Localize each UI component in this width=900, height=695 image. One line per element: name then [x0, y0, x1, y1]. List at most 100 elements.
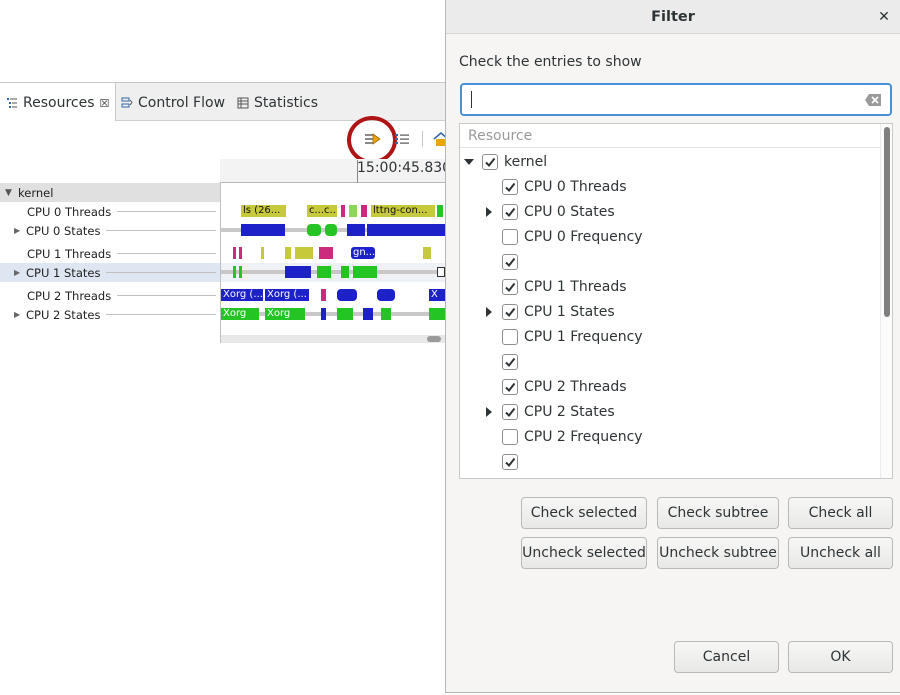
state-segment[interactable] [367, 224, 445, 236]
state-segment[interactable]: Xorg [221, 308, 259, 320]
thread-segment[interactable] [295, 247, 313, 259]
uncheck-all-button[interactable]: Uncheck all [788, 537, 893, 569]
state-segment[interactable] [363, 308, 373, 320]
tree-row-cpu0-states[interactable]: ▶ CPU 0 States [0, 221, 220, 240]
state-segment[interactable] [381, 308, 391, 320]
tree-row-cpu2-threads[interactable]: CPU 2 Threads [0, 286, 220, 305]
timeline-hscrollbar[interactable] [221, 335, 446, 343]
list-item[interactable]: kernel [462, 149, 872, 174]
tree-row-cpu1-threads[interactable]: CPU 1 Threads [0, 244, 220, 263]
checkbox-checked[interactable] [502, 303, 518, 320]
thread-segment[interactable] [377, 289, 395, 301]
list-item[interactable]: CPU 1 Frequency [482, 324, 892, 349]
thread-segment[interactable]: gn... [351, 247, 375, 259]
checkbox-checked[interactable] [502, 403, 518, 420]
close-icon[interactable]: ✕ [876, 8, 892, 26]
checkbox-unchecked[interactable] [502, 228, 518, 245]
cancel-button[interactable]: Cancel [674, 641, 779, 673]
state-segment[interactable]: Xorg [265, 308, 305, 320]
state-segment[interactable] [437, 267, 445, 277]
checkbox-checked[interactable] [502, 253, 518, 270]
expand-right-icon[interactable]: ▶ [14, 310, 22, 319]
expand-down-icon[interactable]: ▼ [5, 188, 14, 198]
check-subtree-button[interactable]: Check subtree [657, 497, 779, 529]
list-vscrollbar[interactable] [880, 124, 892, 478]
tree-row-kernel[interactable]: ▼ kernel [0, 183, 220, 202]
tab-resources[interactable]: Resources ☒ [0, 83, 116, 123]
state-segment[interactable] [317, 266, 331, 278]
thread-segment[interactable] [321, 289, 326, 301]
state-segment[interactable] [341, 266, 349, 278]
state-segment[interactable] [241, 224, 285, 236]
state-segment[interactable] [307, 224, 321, 236]
tree-row-cpu0-threads[interactable]: CPU 0 Threads [0, 202, 220, 221]
list-item[interactable]: CPU 0 States [482, 199, 892, 224]
expand-right-icon[interactable]: ▶ [14, 268, 22, 277]
tab-control-flow[interactable]: Control Flow [121, 83, 225, 122]
tab-statistics[interactable]: Statistics [237, 83, 318, 122]
checkbox-checked[interactable] [502, 453, 518, 470]
expander-expanded-icon[interactable] [462, 155, 476, 169]
list-item[interactable]: CPU 2 Frequency [482, 424, 892, 449]
state-segment[interactable] [353, 266, 377, 278]
tree-row-cpu1-states[interactable]: ▶ CPU 1 States [0, 263, 220, 282]
checkbox-checked[interactable] [482, 153, 498, 170]
thread-segment[interactable] [361, 205, 367, 217]
check-all-button[interactable]: Check all [788, 497, 893, 529]
scroll-thumb[interactable] [427, 336, 441, 342]
thread-segment[interactable] [285, 247, 291, 259]
thread-segment[interactable] [423, 247, 431, 259]
state-segment[interactable] [337, 308, 353, 320]
list-icon[interactable] [394, 131, 412, 147]
scroll-thumb[interactable] [884, 127, 890, 317]
thread-segment[interactable] [239, 247, 242, 259]
checkbox-checked[interactable] [502, 378, 518, 395]
checkbox-checked[interactable] [502, 278, 518, 295]
list-item[interactable]: CPU 2 States [482, 399, 892, 424]
list-item[interactable] [482, 249, 892, 274]
checkbox-unchecked[interactable] [502, 428, 518, 445]
list-item[interactable]: CPU 0 Frequency [482, 224, 892, 249]
expander-collapsed-icon[interactable] [482, 205, 496, 219]
thread-segment[interactable] [319, 247, 333, 259]
state-segment[interactable] [325, 224, 337, 236]
expand-right-icon[interactable]: ▶ [14, 226, 22, 235]
thread-segment[interactable] [437, 205, 443, 217]
thread-segment[interactable] [341, 205, 345, 217]
close-icon[interactable]: ☒ [100, 97, 110, 110]
state-segment[interactable] [347, 224, 365, 236]
state-segment[interactable] [321, 308, 326, 320]
resource-checklist[interactable]: Resource kernel CPU 0 Threads CPU 0 States… [459, 123, 893, 479]
expander-collapsed-icon[interactable] [482, 405, 496, 419]
list-item[interactable]: CPU 2 Threads [482, 374, 892, 399]
home-icon[interactable] [432, 131, 446, 147]
search-input[interactable] [468, 89, 858, 111]
timeline-canvas[interactable]: ls (26... c...c... lttng-con... gn... Xo… [220, 183, 446, 343]
check-selected-button[interactable]: Check selected [521, 497, 647, 529]
list-item[interactable] [482, 449, 892, 474]
checkbox-unchecked[interactable] [502, 328, 518, 345]
uncheck-subtree-button[interactable]: Uncheck subtree [657, 537, 779, 569]
state-segment[interactable] [429, 308, 445, 320]
thread-segment[interactable] [349, 205, 357, 217]
checkbox-checked[interactable] [502, 178, 518, 195]
checkbox-checked[interactable] [502, 353, 518, 370]
thread-segment[interactable] [233, 247, 236, 259]
column-header-resource[interactable]: Resource [460, 124, 880, 148]
list-item[interactable]: CPU 0 Threads [482, 174, 892, 199]
thread-segment[interactable] [337, 289, 357, 301]
dialog-titlebar[interactable]: Filter ✕ [446, 0, 900, 34]
list-item[interactable] [482, 349, 892, 374]
thread-segment[interactable]: Xorg (... [221, 289, 263, 301]
clear-icon[interactable] [864, 93, 882, 107]
thread-segment[interactable]: lttng-con... [371, 205, 435, 217]
thread-segment[interactable] [261, 247, 264, 259]
state-segment[interactable] [239, 266, 242, 278]
state-segment[interactable] [285, 266, 311, 278]
thread-segment[interactable]: ls (26... [241, 205, 286, 217]
tree-row-cpu2-states[interactable]: ▶ CPU 2 States [0, 305, 220, 324]
checkbox-checked[interactable] [502, 203, 518, 220]
expander-collapsed-icon[interactable] [482, 305, 496, 319]
state-segment[interactable] [233, 266, 236, 278]
filter-search-field[interactable] [460, 83, 892, 116]
